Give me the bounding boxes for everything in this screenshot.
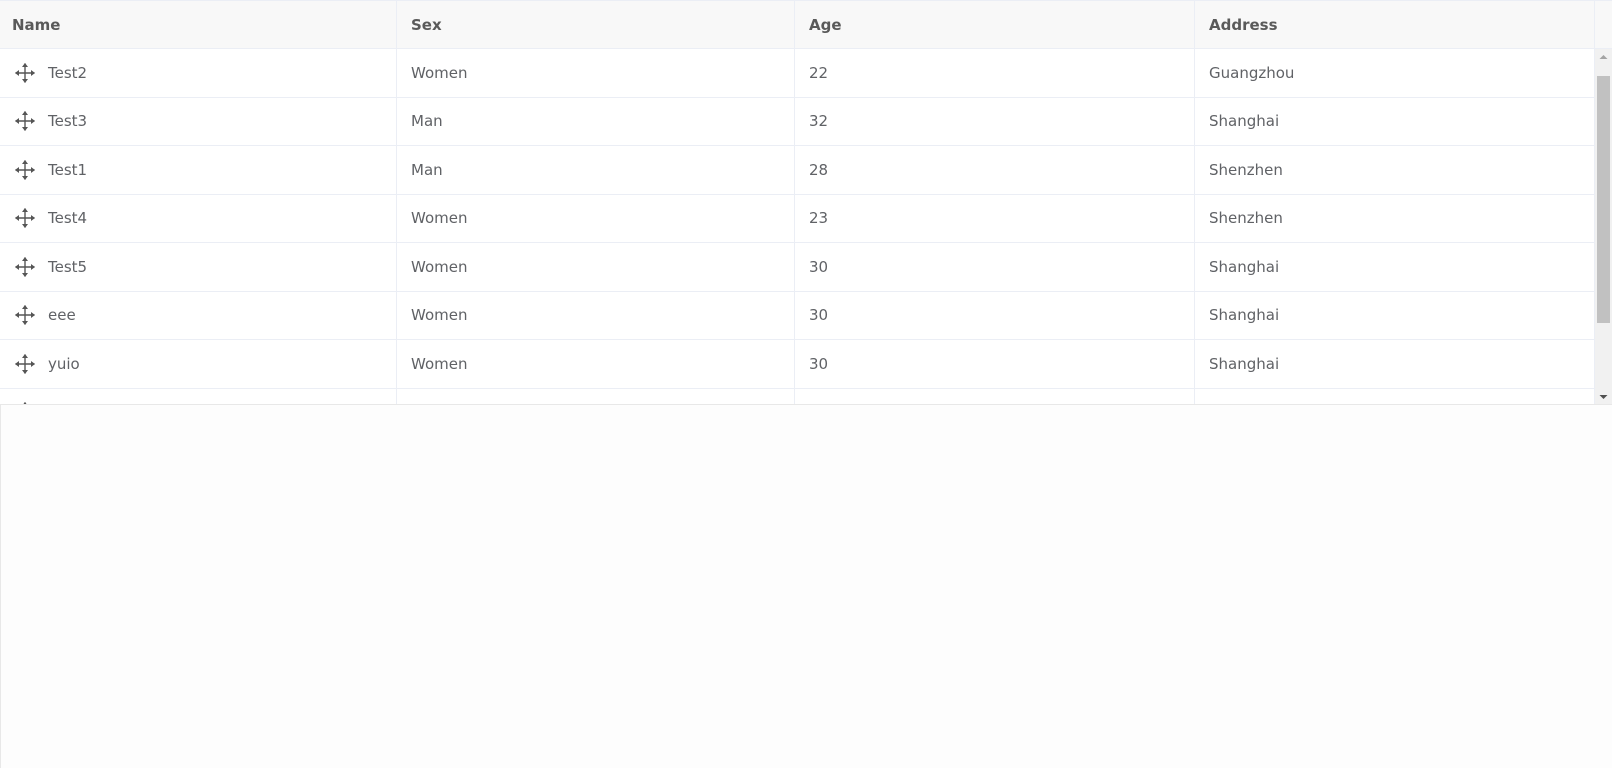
sex-cell: Women	[397, 49, 795, 97]
column-header-age[interactable]: Age	[795, 1, 1195, 48]
name-cell: yuio	[0, 340, 397, 388]
table-row[interactable]: Test1 Man 28 Shenzhen	[0, 146, 1595, 195]
address-cell: Shanghai	[1195, 340, 1595, 388]
name-text: Test5	[48, 257, 88, 276]
name-text: Test4	[48, 209, 88, 228]
name-text: Test3	[48, 112, 88, 131]
draggable-table: Name Sex Age Address Test2 Women 22 Guan…	[0, 0, 1612, 405]
address-cell: Shanghai	[1195, 291, 1595, 339]
name-cell: Test5	[0, 243, 397, 291]
sex-cell: Man	[397, 97, 795, 145]
table-body[interactable]: Test2 Women 22 Guangzhou Test3 Man 32 Sh…	[0, 49, 1595, 404]
scroll-up-arrow-icon[interactable]	[1595, 49, 1612, 65]
sex-cell: Women	[397, 194, 795, 242]
drag-move-icon[interactable]	[14, 304, 36, 326]
column-header-name[interactable]: Name	[0, 1, 397, 48]
name-cell: Test2	[0, 49, 397, 97]
name-cell: Test4	[0, 194, 397, 242]
address-cell: Guangzhou	[1195, 49, 1595, 97]
age-cell: 22	[795, 49, 1195, 97]
age-cell: 28	[795, 146, 1195, 194]
table-row[interactable]: Test3 Man 32 Shanghai	[0, 97, 1595, 146]
age-cell	[795, 388, 1195, 404]
name-cell	[0, 388, 397, 404]
table-row[interactable]	[0, 388, 1595, 404]
drag-move-icon[interactable]	[14, 256, 36, 278]
name-text: Test1	[48, 160, 88, 179]
column-header-sex[interactable]: Sex	[397, 1, 795, 48]
drag-move-icon[interactable]	[14, 110, 36, 132]
sex-cell: Man	[397, 146, 795, 194]
drag-move-icon[interactable]	[14, 62, 36, 84]
age-cell: 30	[795, 243, 1195, 291]
drag-move-icon[interactable]	[14, 401, 36, 404]
address-cell	[1195, 388, 1595, 404]
name-text: yuio	[48, 354, 80, 373]
drag-move-icon[interactable]	[14, 159, 36, 181]
address-cell: Shenzhen	[1195, 146, 1595, 194]
table-row[interactable]: Test2 Women 22 Guangzhou	[0, 49, 1595, 98]
table-row[interactable]: Test5 Women 30 Shanghai	[0, 243, 1595, 292]
column-header-address[interactable]: Address	[1195, 1, 1595, 48]
address-cell: Shenzhen	[1195, 194, 1595, 242]
sex-cell: Women	[397, 243, 795, 291]
age-cell: 30	[795, 340, 1195, 388]
table-row[interactable]: Test4 Women 23 Shenzhen	[0, 194, 1595, 243]
name-cell: eee	[0, 291, 397, 339]
scrollbar-thumb[interactable]	[1597, 76, 1610, 323]
name-cell: Test3	[0, 97, 397, 145]
name-text: eee	[48, 306, 76, 325]
scroll-down-arrow-icon[interactable]	[1595, 389, 1612, 404]
address-cell: Shanghai	[1195, 243, 1595, 291]
sex-cell: Women	[397, 291, 795, 339]
table-row[interactable]: yuio Women 30 Shanghai	[0, 340, 1595, 389]
header-gutter	[1595, 1, 1612, 48]
age-cell: 32	[795, 97, 1195, 145]
address-cell: Shanghai	[1195, 97, 1595, 145]
age-cell: 30	[795, 291, 1195, 339]
drag-move-icon[interactable]	[14, 207, 36, 229]
table-row[interactable]: eee Women 30 Shanghai	[0, 291, 1595, 340]
sex-cell	[397, 388, 795, 404]
vertical-scrollbar[interactable]	[1595, 49, 1612, 404]
name-cell: Test1	[0, 146, 397, 194]
name-text: Test2	[48, 63, 88, 82]
age-cell: 23	[795, 194, 1195, 242]
sex-cell: Women	[397, 340, 795, 388]
table-header: Name Sex Age Address	[0, 0, 1612, 49]
drag-move-icon[interactable]	[14, 353, 36, 375]
